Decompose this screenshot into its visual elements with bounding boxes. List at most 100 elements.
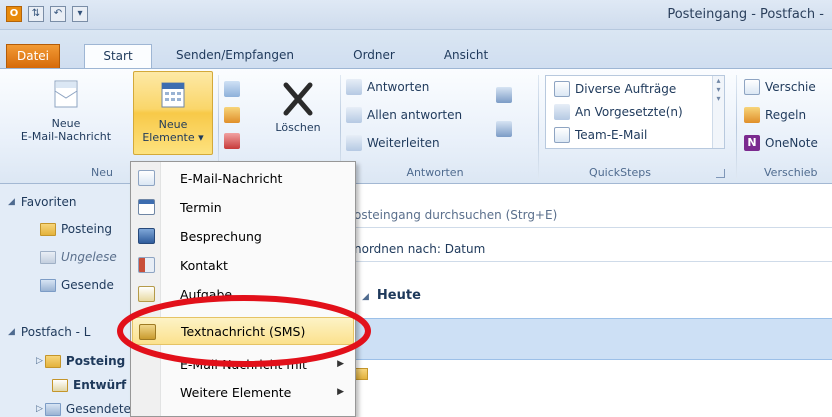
delete-label: Löschen: [275, 121, 321, 134]
nav-folder-inbox-fav[interactable]: Posteing: [40, 218, 112, 240]
new-email-icon: [54, 80, 78, 108]
delete-button[interactable]: Löschen: [260, 79, 336, 149]
new-email-label-1: Neue: [51, 117, 81, 130]
new-items-dropdown-menu: E-Mail-Nachricht Termin Besprechung Kont…: [130, 161, 356, 417]
move-label: Verschie: [765, 80, 816, 94]
quickstep-item[interactable]: An Vorgesetzte(n): [554, 102, 683, 122]
tab-ordner[interactable]: Ordner: [346, 44, 402, 68]
arrange-by-header[interactable]: nordnen nach: Datum: [350, 236, 832, 262]
nav-folder-inbox[interactable]: ▷ Posteing: [36, 350, 125, 372]
collapse-icon: ◢: [362, 292, 369, 302]
folder-label: Ungelese: [61, 250, 117, 264]
menu-item-meeting[interactable]: Besprechung: [132, 222, 354, 250]
menu-item-contact[interactable]: Kontakt: [132, 251, 354, 279]
group-label-verschieben: Verschieb: [764, 166, 818, 179]
outlook-app-icon[interactable]: O: [6, 6, 22, 22]
new-email-button[interactable]: Neue E-Mail-Nachricht: [4, 73, 128, 153]
menu-item-label: Weitere Elemente: [180, 384, 292, 400]
meeting-icon: [138, 228, 155, 244]
group-header-today[interactable]: ◢ Heute: [362, 288, 421, 303]
group-separator: [538, 75, 539, 179]
new-items-label-1: Neue: [158, 118, 188, 131]
menu-item-task[interactable]: Aufgabe: [132, 280, 354, 308]
menu-item-sms[interactable]: Textnachricht (SMS): [132, 317, 354, 345]
group-label-neu: Neu: [91, 166, 113, 179]
nav-folder-drafts[interactable]: Entwürf: [52, 374, 126, 396]
team-email-icon: [554, 127, 570, 143]
mailbox-header[interactable]: ◢ Postfach - L: [8, 322, 90, 342]
new-items-button[interactable]: Neue Elemente ▾: [133, 71, 213, 155]
reply-all-button[interactable]: Allen antworten: [346, 105, 462, 125]
quicksteps-dialog-launcher[interactable]: [716, 169, 725, 178]
customize-toolbar-icon[interactable]: ▾: [72, 6, 88, 22]
undo-icon[interactable]: ↶: [50, 6, 66, 22]
more-respond-button[interactable]: [496, 119, 512, 139]
window-title: Posteingang - Postfach -: [667, 7, 824, 22]
menu-item-email-using[interactable]: E-Mail-Nachricht mit ▶: [132, 350, 354, 378]
menu-item-email[interactable]: E-Mail-Nachricht: [132, 164, 354, 192]
quickstep-label: Diverse Aufträge: [575, 82, 677, 96]
expand-icon: ▷: [36, 356, 43, 366]
folder-label: Entwürf: [73, 378, 127, 392]
cleanup-button[interactable]: [224, 105, 240, 125]
inbox-folder-icon: [44, 354, 61, 368]
search-box[interactable]: osteingang durchsuchen (Strg+E): [350, 202, 832, 228]
nav-folder-unread[interactable]: Ungelese: [40, 246, 117, 268]
message-row-selected[interactable]: [350, 318, 832, 360]
onenote-button[interactable]: N OneNote: [744, 133, 818, 153]
menu-item-more-items[interactable]: Weitere Elemente ▶: [132, 378, 354, 406]
collapse-icon: ◢: [8, 327, 15, 337]
group-label-quicksteps: QuickSteps: [589, 166, 651, 179]
rules-button[interactable]: Regeln: [744, 105, 806, 125]
search-folder-icon: [40, 250, 56, 264]
reply-label: Antworten: [367, 80, 430, 94]
ignore-button[interactable]: [224, 79, 240, 99]
cleanup-icon: [224, 107, 240, 123]
new-email-label-2: E-Mail-Nachricht: [20, 130, 112, 143]
calendar-icon: [138, 199, 155, 215]
favorites-header[interactable]: ◢ Favoriten: [8, 192, 76, 212]
group-separator: [736, 75, 737, 179]
send-receive-icon[interactable]: ⇅: [28, 6, 44, 22]
quickstep-item[interactable]: Diverse Aufträge: [554, 79, 676, 99]
move-button[interactable]: Verschie: [744, 77, 816, 97]
tab-ansicht[interactable]: Ansicht: [436, 44, 496, 68]
quickstep-item[interactable]: Team-E-Mail: [554, 125, 647, 145]
menu-item-appointment[interactable]: Termin: [132, 193, 354, 221]
email-icon: [138, 170, 155, 186]
message-list-pane: osteingang durchsuchen (Strg+E) nordnen …: [350, 184, 832, 417]
forward-label: Weiterleiten: [367, 136, 440, 150]
tab-senden-empfangen[interactable]: Senden/Empfangen: [170, 44, 300, 68]
move-icon: [744, 79, 760, 95]
delete-x-icon: [283, 82, 313, 116]
drafts-folder-icon: [52, 378, 68, 392]
submenu-arrow-icon: ▶: [337, 359, 344, 369]
new-items-icon: [161, 82, 185, 108]
forward-button[interactable]: Weiterleiten: [346, 133, 440, 153]
nav-folder-sent-fav[interactable]: Gesende: [40, 274, 114, 296]
expand-icon: ▷: [36, 404, 43, 414]
mailbox-title: Postfach - L: [20, 325, 91, 339]
menu-item-label: Textnachricht (SMS): [181, 323, 306, 339]
inbox-folder-icon: [40, 222, 56, 236]
quicksteps-scrollbar[interactable]: ▴ ▾ ▾: [712, 76, 724, 148]
new-items-label-2: Elemente ▾: [142, 131, 204, 144]
reply-button[interactable]: Antworten: [346, 77, 429, 97]
junk-icon: [224, 133, 240, 149]
reply-all-icon: [346, 107, 362, 123]
quick-access-toolbar: O ⇅ ↶ ▾: [6, 6, 88, 22]
ignore-icon: [224, 81, 240, 97]
text-message-icon: [139, 324, 156, 340]
meeting-icon: [496, 87, 512, 103]
tab-start[interactable]: Start: [84, 44, 152, 68]
forward-icon: [346, 135, 362, 151]
task-icon: [138, 286, 155, 302]
tab-datei[interactable]: Datei: [6, 44, 60, 68]
junk-button[interactable]: [224, 131, 240, 151]
rules-icon: [744, 107, 760, 123]
envelope-icon: [354, 368, 368, 380]
meeting-reply-button[interactable]: [496, 85, 512, 105]
today-label: Heute: [376, 288, 421, 303]
submenu-arrow-icon: ▶: [337, 387, 344, 397]
folder-label: Gesende: [61, 278, 114, 292]
